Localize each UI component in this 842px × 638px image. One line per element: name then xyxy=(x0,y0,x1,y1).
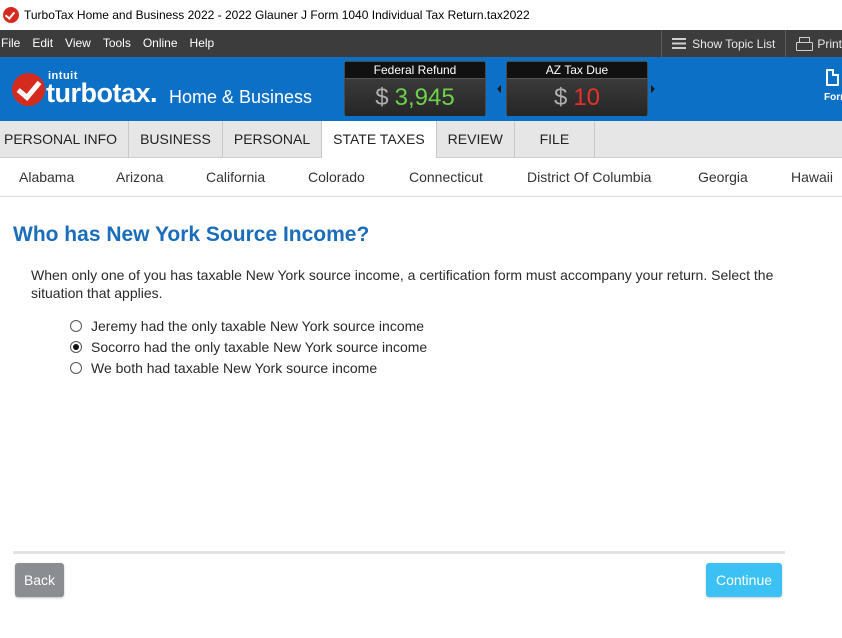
forms-label: Forms xyxy=(824,92,842,103)
state-tab-colorado[interactable]: Colorado xyxy=(308,158,365,196)
state-tax-value: $ 10 xyxy=(507,79,647,116)
tab-file[interactable]: FILE xyxy=(515,121,595,158)
document-icon xyxy=(826,69,839,86)
option-both[interactable]: We both had taxable New York source inco… xyxy=(70,357,427,378)
federal-refund-meter[interactable]: Federal Refund $ 3,945 xyxy=(344,61,486,116)
option-jeremy-label: Jeremy had the only taxable New York sou… xyxy=(91,317,425,334)
title-bar: TurboTax Home and Business 2022 - 2022 G… xyxy=(0,0,842,30)
next-meter-arrow-icon[interactable] xyxy=(651,85,655,93)
menu-bar-right: Show Topic List Print xyxy=(661,30,842,57)
option-socorro[interactable]: Socorro had the only taxable New York so… xyxy=(70,336,427,357)
printer-icon xyxy=(796,37,814,51)
tab-business[interactable]: BUSINESS xyxy=(129,121,223,158)
source-income-options: Jeremy had the only taxable New York sou… xyxy=(70,315,427,378)
state-tab-connecticut[interactable]: Connecticut xyxy=(409,158,483,196)
tab-personal[interactable]: PERSONAL xyxy=(223,121,323,158)
brand-name: turbotax. xyxy=(46,78,158,108)
state-tab-hawaii[interactable]: Hawaii xyxy=(791,158,833,196)
menu-view[interactable]: View xyxy=(59,30,97,57)
state-tax-meter[interactable]: AZ Tax Due $ 10 xyxy=(506,61,648,116)
turbotax-window: TurboTax Home and Business 2022 - 2022 G… xyxy=(0,0,842,638)
menu-tools[interactable]: Tools xyxy=(97,30,137,57)
app-header: intuit turbotax. Home & Business Federal… xyxy=(0,57,842,121)
print-label: Print xyxy=(817,36,842,51)
radio-jeremy[interactable] xyxy=(70,319,82,332)
option-both-label: We both had taxable New York source inco… xyxy=(91,359,378,376)
menu-bar: File Edit View Tools Online Help Show To… xyxy=(0,30,842,57)
tab-state-taxes[interactable]: STATE TAXES xyxy=(322,121,437,159)
window-title: TurboTax Home and Business 2022 - 2022 G… xyxy=(24,8,530,22)
back-button[interactable]: Back xyxy=(15,563,64,597)
state-tab-arizona[interactable]: Arizona xyxy=(116,158,163,196)
radio-both[interactable] xyxy=(70,361,82,374)
tab-personal-info[interactable]: PERSONAL INFO xyxy=(0,121,130,158)
continue-button[interactable]: Continue xyxy=(706,563,782,597)
tab-review[interactable]: REVIEW xyxy=(437,121,515,158)
state-tabs: Alabama Arizona California Colorado Conn… xyxy=(0,158,842,197)
menu-help[interactable]: Help xyxy=(184,30,221,57)
instructions-text: When only one of you has taxable New Yor… xyxy=(31,267,774,301)
show-topic-list-button[interactable]: Show Topic List xyxy=(661,30,785,57)
turbotax-check-icon xyxy=(3,7,19,23)
federal-refund-label: Federal Refund xyxy=(345,62,485,79)
radio-socorro[interactable] xyxy=(70,340,82,353)
main-tabs: PERSONAL INFO BUSINESS PERSONAL STATE TA… xyxy=(0,121,842,159)
state-currency-symbol: $ xyxy=(553,83,568,111)
state-tab-california[interactable]: California xyxy=(206,158,265,196)
federal-currency-symbol: $ xyxy=(375,83,389,111)
show-topic-list-label: Show Topic List xyxy=(692,36,776,51)
page-title: Who has New York Source Income? xyxy=(13,223,370,246)
print-button[interactable]: Print xyxy=(785,30,842,57)
state-tab-alabama[interactable]: Alabama xyxy=(19,158,74,196)
menu-file[interactable]: File xyxy=(0,30,26,57)
turbotax-check-icon xyxy=(12,73,45,106)
state-tab-district-of-columbia[interactable]: District Of Columbia xyxy=(527,158,651,196)
list-icon xyxy=(672,38,687,49)
option-jeremy[interactable]: Jeremy had the only taxable New York sou… xyxy=(70,315,427,336)
footer-divider xyxy=(13,551,785,554)
forms-button[interactable]: Forms xyxy=(816,67,842,111)
federal-refund-amount: 3,945 xyxy=(394,83,455,111)
previous-meter-arrow-icon[interactable] xyxy=(497,85,501,93)
state-tab-georgia[interactable]: Georgia xyxy=(698,158,748,196)
option-socorro-label: Socorro had the only taxable New York so… xyxy=(91,338,428,355)
federal-refund-value: $ 3,945 xyxy=(345,79,485,116)
edition-name: Home & Business xyxy=(169,87,313,107)
state-tax-amount: 10 xyxy=(573,83,601,111)
menu-edit[interactable]: Edit xyxy=(26,30,59,57)
state-tax-label: AZ Tax Due xyxy=(507,62,647,79)
menu-online[interactable]: Online xyxy=(137,30,184,57)
